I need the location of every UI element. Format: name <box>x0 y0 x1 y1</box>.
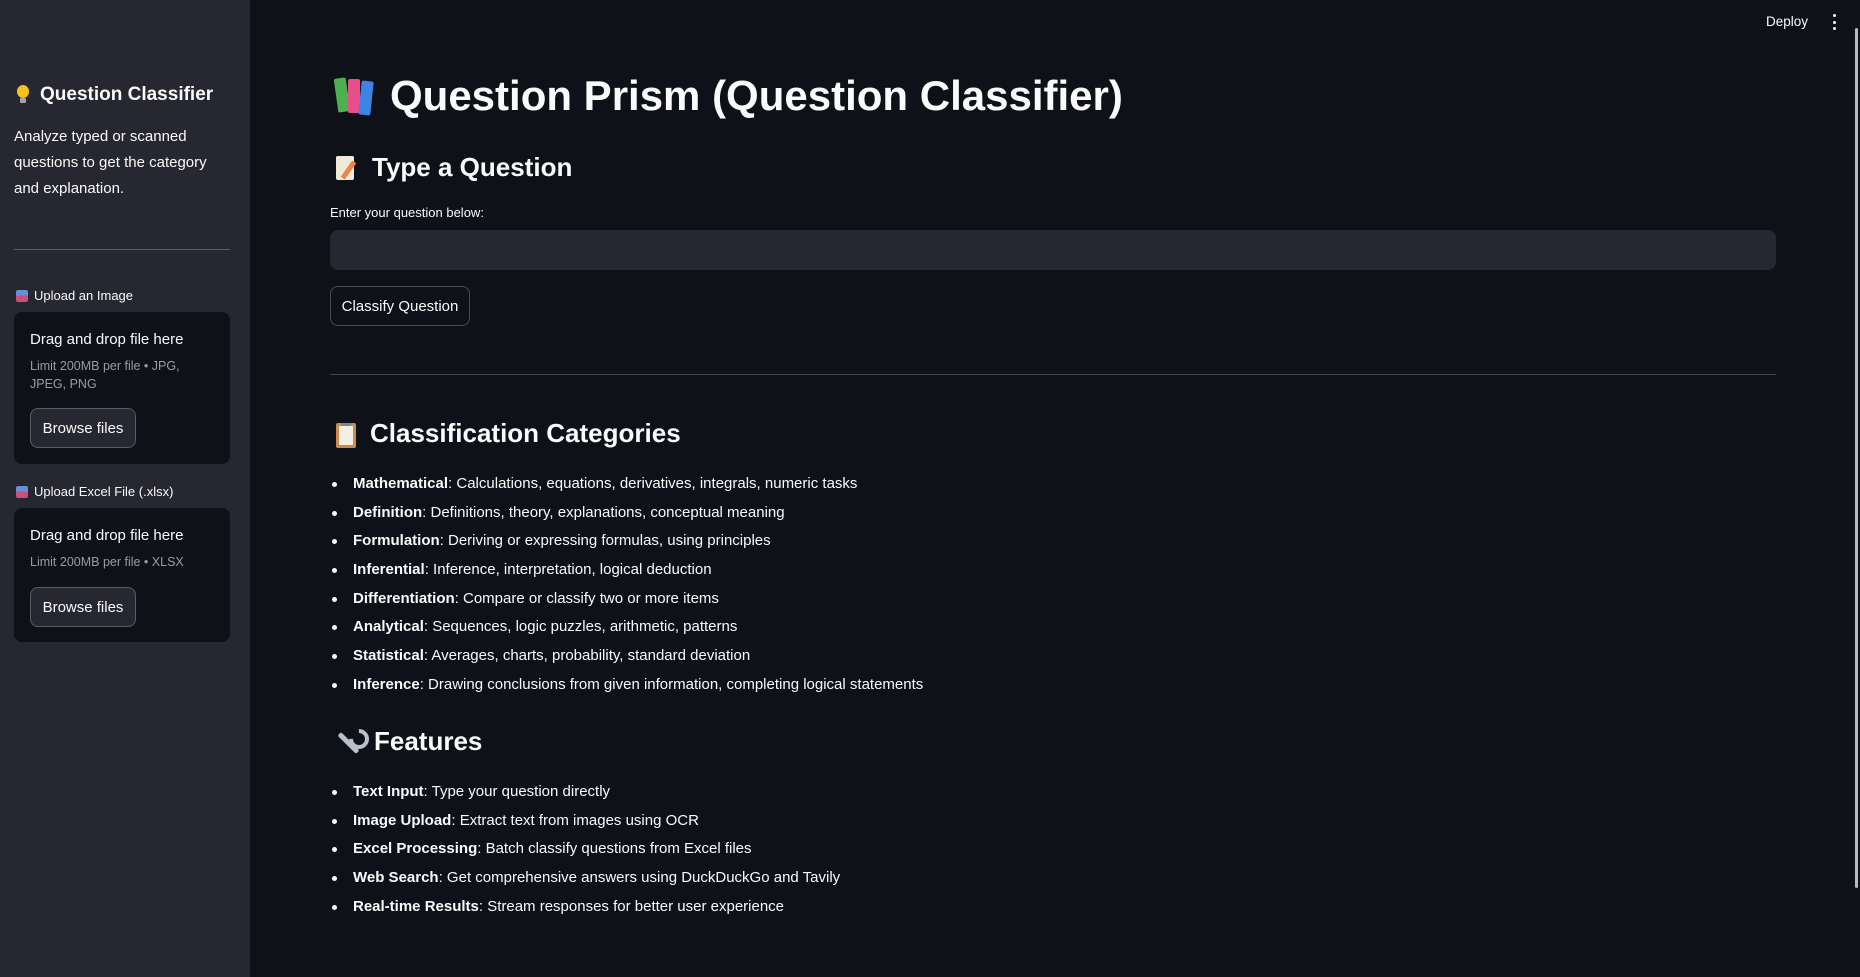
excel-upload-label-text: Upload Excel File (.xlsx) <box>34 484 174 499</box>
excel-dropzone-title: Drag and drop file here <box>30 527 184 544</box>
list-item: Web Search: Get comprehensive answers us… <box>330 864 840 893</box>
list-item: Differentiation: Compare or classify two… <box>330 585 923 614</box>
list-item: Analytical: Sequences, logic puzzles, ar… <box>330 613 923 642</box>
list-item: Inference: Drawing conclusions from give… <box>330 671 923 700</box>
sidebar-description: Analyze typed or scanned questions to ge… <box>14 128 207 197</box>
main-divider <box>330 374 1776 375</box>
deploy-button[interactable]: Deploy <box>1766 14 1808 29</box>
main-menu-icon[interactable] <box>1830 14 1838 30</box>
question-input-label: Enter your question below: <box>330 205 484 220</box>
excel-browse-files-button[interactable]: Browse files <box>30 587 136 627</box>
books-icon <box>333 76 376 116</box>
package-icon <box>16 485 28 498</box>
sidebar: Question Classifier Analyze typed or sca… <box>0 0 250 977</box>
image-upload-label-text: Upload an Image <box>34 288 134 303</box>
excel-dropzone-limit: Limit 200MB per file • XLSX <box>30 555 184 569</box>
list-item: Inferential: Inference, interpretation, … <box>330 556 923 585</box>
list-item: Text Input: Type your question directly <box>330 778 840 807</box>
package-icon <box>16 289 28 302</box>
list-item: Image Upload: Extract text from images u… <box>330 807 840 836</box>
wrench-icon <box>334 728 362 756</box>
image-upload-label: Upload an Image <box>16 288 133 303</box>
memo-icon <box>334 154 360 182</box>
clipboard-icon <box>334 420 358 448</box>
image-dropzone[interactable]: Drag and drop file here Limit 200MB per … <box>14 312 230 464</box>
sidebar-divider <box>14 249 230 250</box>
features-heading: Features <box>334 726 482 757</box>
image-dropzone-limit: Limit 200MB per file • JPG, JPEG, PNG <box>30 359 180 391</box>
list-item: Real-time Results: Stream responses for … <box>330 893 840 922</box>
list-item: Mathematical: Calculations, equations, d… <box>330 470 923 499</box>
sidebar-title-text: Question Classifier <box>40 84 214 105</box>
classify-question-button[interactable]: Classify Question <box>330 286 470 326</box>
type-question-heading: Type a Question <box>334 152 572 183</box>
list-item: Formulation: Deriving or expressing form… <box>330 527 923 556</box>
excel-dropzone[interactable]: Drag and drop file here Limit 200MB per … <box>14 508 230 642</box>
categories-list: Mathematical: Calculations, equations, d… <box>330 470 923 700</box>
question-input[interactable] <box>330 230 1776 270</box>
scrollbar[interactable] <box>1855 28 1858 888</box>
excel-upload-label: Upload Excel File (.xlsx) <box>16 484 173 499</box>
image-dropzone-title: Drag and drop file here <box>30 331 184 348</box>
type-question-heading-text: Type a Question <box>372 152 573 182</box>
list-item: Excel Processing: Batch classify questio… <box>330 835 840 864</box>
sidebar-title: Question Classifier <box>16 84 213 106</box>
list-item: Definition: Definitions, theory, explana… <box>330 499 923 528</box>
page-title-text: Question Prism (Question Classifier) <box>390 72 1123 119</box>
page-title: Question Prism (Question Classifier) <box>333 72 1123 120</box>
image-browse-files-button[interactable]: Browse files <box>30 408 136 448</box>
lightbulb-icon <box>16 85 30 105</box>
features-list: Text Input: Type your question directly … <box>330 778 840 921</box>
features-heading-text: Features <box>374 726 483 756</box>
list-item: Statistical: Averages, charts, probabili… <box>330 642 923 671</box>
categories-heading: Classification Categories <box>334 418 681 449</box>
categories-heading-text: Classification Categories <box>370 418 681 448</box>
